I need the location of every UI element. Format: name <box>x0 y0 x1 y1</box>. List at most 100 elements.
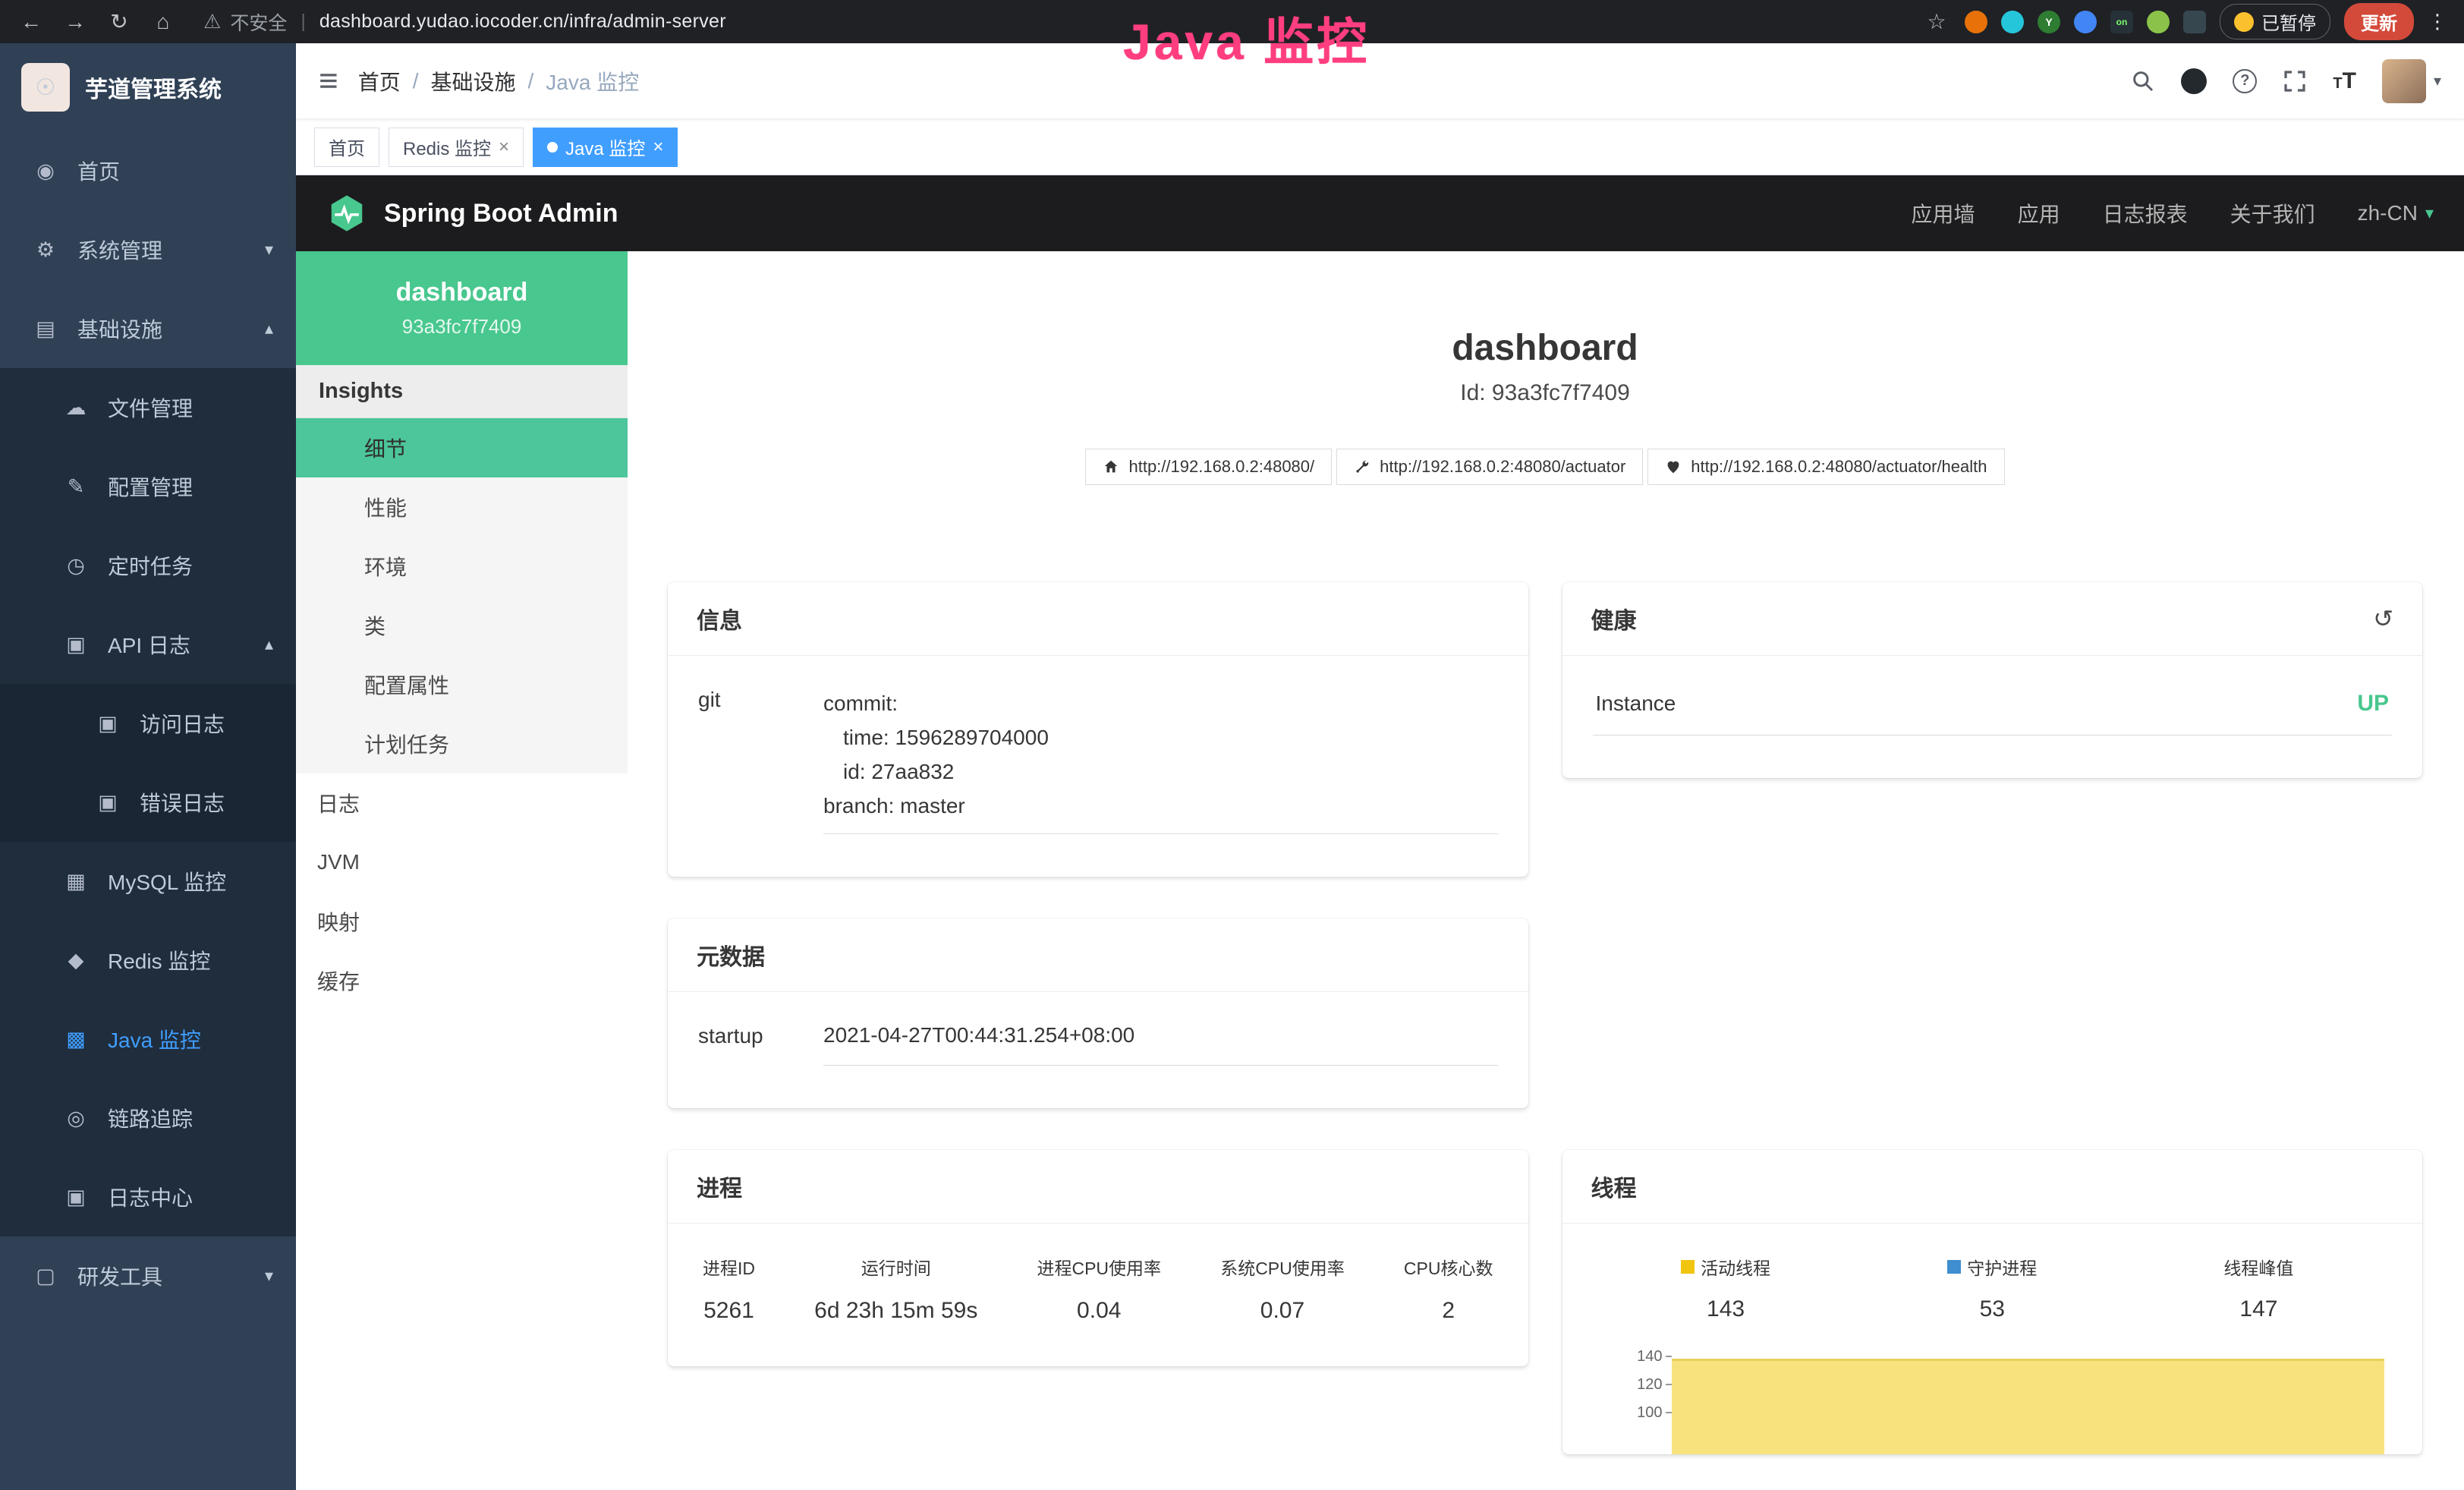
sba-item-metrics[interactable]: 性能 <box>296 477 628 537</box>
sba-nav-applications[interactable]: 应用 <box>2018 198 2060 228</box>
sidebar-item-system-mgmt[interactable]: ⚙ 系统管理 ▾ <box>0 210 296 289</box>
sidebar-item-label: 定时任务 <box>108 550 273 581</box>
health-url-link[interactable]: http://192.168.0.2:48080/actuator/health <box>1647 449 2004 485</box>
sidebar-item-config-mgmt[interactable]: ✎ 配置管理 <box>0 447 296 526</box>
font-size-icon[interactable]: TT <box>2333 68 2356 94</box>
hamburger-icon[interactable]: ≡ <box>319 62 338 100</box>
search-icon[interactable] <box>2131 69 2155 93</box>
user-menu[interactable]: ▾ <box>2382 59 2441 103</box>
sidebar-item-access-logs[interactable]: ▣ 访问日志 <box>0 684 296 763</box>
fullscreen-icon[interactable] <box>2283 69 2307 93</box>
tab-redis-monitor[interactable]: Redis 监控 × <box>389 128 524 167</box>
extension-icon-4[interactable] <box>2074 11 2097 33</box>
extension-icon-5[interactable] <box>2147 11 2170 33</box>
page-title: dashboard <box>668 327 2422 370</box>
puzzle-extensions-icon[interactable] <box>2183 11 2206 33</box>
page-subtitle: Id: 93a3fc7f7409 <box>668 380 2422 406</box>
gear-icon: ⚙ <box>30 238 61 262</box>
sba-item-scheduled[interactable]: 计划任务 <box>296 714 628 773</box>
help-icon[interactable]: ? <box>2233 69 2257 93</box>
update-label: 更新 <box>2361 8 2397 35</box>
sidebar-item-mysql-monitor[interactable]: ▦ MySQL 监控 <box>0 842 296 921</box>
sidebar-item-tracing[interactable]: ◎ 链路追踪 <box>0 1079 296 1158</box>
sidebar-item-file-mgmt[interactable]: ☁ 文件管理 <box>0 368 296 447</box>
tab-home[interactable]: 首页 <box>314 128 379 167</box>
breadcrumb-home[interactable]: 首页 <box>358 66 401 96</box>
sidebar-item-scheduled-tasks[interactable]: ◷ 定时任务 <box>0 526 296 605</box>
sba-item-caches[interactable]: 缓存 <box>296 951 628 1010</box>
git-commit-line: commit: <box>823 686 1498 720</box>
sba-nav-journal[interactable]: 日志报表 <box>2103 198 2188 228</box>
history-icon[interactable]: ↺ <box>2373 604 2393 633</box>
metadata-card-header: 元数据 <box>668 918 1528 992</box>
process-col-cores: CPU核心数 2 <box>1404 1254 1493 1324</box>
bookmark-star-icon[interactable]: ☆ <box>1922 9 1951 34</box>
sidebar-item-redis-monitor[interactable]: ◆ Redis 监控 <box>0 921 296 1000</box>
browser-menu-icon[interactable]: ⋮ <box>2428 10 2447 33</box>
sidebar-item-api-logs[interactable]: ▣ API 日志 ▴ <box>0 605 296 684</box>
sidebar-logo[interactable]: ☉ 芋道管理系统 <box>0 43 296 131</box>
service-url-link[interactable]: http://192.168.0.2:48080/ <box>1085 449 1332 485</box>
legend-daemon-threads: 守护进程 53 <box>1859 1254 2126 1322</box>
health-instance-row: Instance UP <box>1593 686 2393 736</box>
sba-item-jvm[interactable]: JVM <box>296 833 628 892</box>
sba-nav-about[interactable]: 关于我们 <box>2230 198 2315 228</box>
main-column: ≡ 首页 / 基础设施 / Java 监控 ? <box>296 43 2464 1490</box>
sba-item-classes[interactable]: 类 <box>296 596 628 655</box>
threads-card-body: 活动线程 143 守护进程 53 <box>1562 1224 2423 1454</box>
reload-icon[interactable]: ↻ <box>105 9 134 34</box>
paused-badge[interactable]: 已暂停 <box>2220 4 2330 39</box>
sba-logo-icon <box>326 193 367 234</box>
legend-peak-threads: 线程峰值 147 <box>2126 1254 2392 1322</box>
sba-item-details[interactable]: 细节 <box>296 418 628 477</box>
sba-nav-wallboard[interactable]: 应用墙 <box>1912 198 1975 228</box>
sidebar-item-infrastructure[interactable]: ▤ 基础设施 ▴ <box>0 289 296 368</box>
extension-icon-on[interactable]: on <box>2110 11 2133 33</box>
sidebar-item-label: 文件管理 <box>108 392 273 423</box>
home-icon[interactable]: ⌂ <box>149 10 178 34</box>
status-badge: UP <box>2357 691 2389 717</box>
sidebar-item-label: 链路追踪 <box>108 1103 273 1133</box>
update-button[interactable]: 更新 <box>2344 3 2414 40</box>
axis-tick: 120 <box>1623 1376 1672 1404</box>
breadcrumb-infrastructure[interactable]: 基础设施 <box>430 66 515 96</box>
sba-item-mappings[interactable]: 映射 <box>296 892 628 951</box>
address-bar[interactable]: ⚠ 不安全 | dashboard.yudao.iocoder.cn/infra… <box>203 8 726 36</box>
sidebar-item-java-monitor[interactable]: ▩ Java 监控 <box>0 1000 296 1079</box>
sba-brand[interactable]: Spring Boot Admin <box>326 193 618 234</box>
extension-icon-3[interactable]: Y <box>2038 11 2060 33</box>
tab-java-monitor[interactable]: Java 监控 × <box>533 128 678 167</box>
sidebar-item-label: 首页 <box>77 156 273 186</box>
col-value: 2 <box>1404 1298 1493 1324</box>
sidebar-item-error-logs[interactable]: ▣ 错误日志 <box>0 763 296 842</box>
axis-tick: 140 <box>1623 1348 1672 1376</box>
sba-nav: 应用墙 应用 日志报表 关于我们 zh-CN ▾ <box>1912 198 2434 228</box>
metadata-card: 元数据 startup 2021-04-27T00:44:31.254+08:0… <box>668 918 1528 1108</box>
live-threads-area <box>1672 1359 2385 1454</box>
url-text: dashboard.yudao.iocoder.cn/infra/admin-s… <box>319 11 726 33</box>
extension-icon-2[interactable] <box>2001 11 2024 33</box>
extension-icon-1[interactable] <box>1965 11 1987 33</box>
sidebar-item-home[interactable]: ◉ 首页 <box>0 131 296 210</box>
forward-icon[interactable]: → <box>61 10 90 34</box>
github-icon[interactable] <box>2181 68 2207 94</box>
security-label: 不安全 <box>230 8 287 36</box>
sba-item-logs[interactable]: 日志 <box>296 773 628 833</box>
admin-sidebar: ☉ 芋道管理系统 ◉ 首页 ⚙ 系统管理 ▾ ▤ 基础设施 ▴ ☁ 文件管理 ✎… <box>0 43 296 1490</box>
sidebar-item-log-center[interactable]: ▣ 日志中心 <box>0 1158 296 1236</box>
sba-app-header[interactable]: dashboard 93a3fc7f7409 <box>296 251 628 365</box>
sba-item-environment[interactable]: 环境 <box>296 537 628 596</box>
sidebar-item-dev-tools[interactable]: ▢ 研发工具 ▾ <box>0 1236 296 1315</box>
threads-card-header: 线程 <box>1562 1150 2423 1224</box>
process-table: 进程ID 5261 运行时间 6d 23h 15m 59s 进程CPU使用率 0… <box>698 1254 1498 1324</box>
edit-icon: ✎ <box>61 475 91 499</box>
sidebar-item-label: 日志中心 <box>108 1182 273 1212</box>
col-value: 0.07 <box>1220 1298 1345 1324</box>
language-selector[interactable]: zh-CN ▾ <box>2358 201 2434 225</box>
close-icon[interactable]: × <box>653 137 663 158</box>
close-icon[interactable]: × <box>499 137 509 158</box>
back-icon[interactable]: ← <box>17 10 46 34</box>
breadcrumb-current: Java 监控 <box>546 66 639 96</box>
sba-item-config-props[interactable]: 配置属性 <box>296 655 628 714</box>
actuator-url-link[interactable]: http://192.168.0.2:48080/actuator <box>1336 449 1643 485</box>
